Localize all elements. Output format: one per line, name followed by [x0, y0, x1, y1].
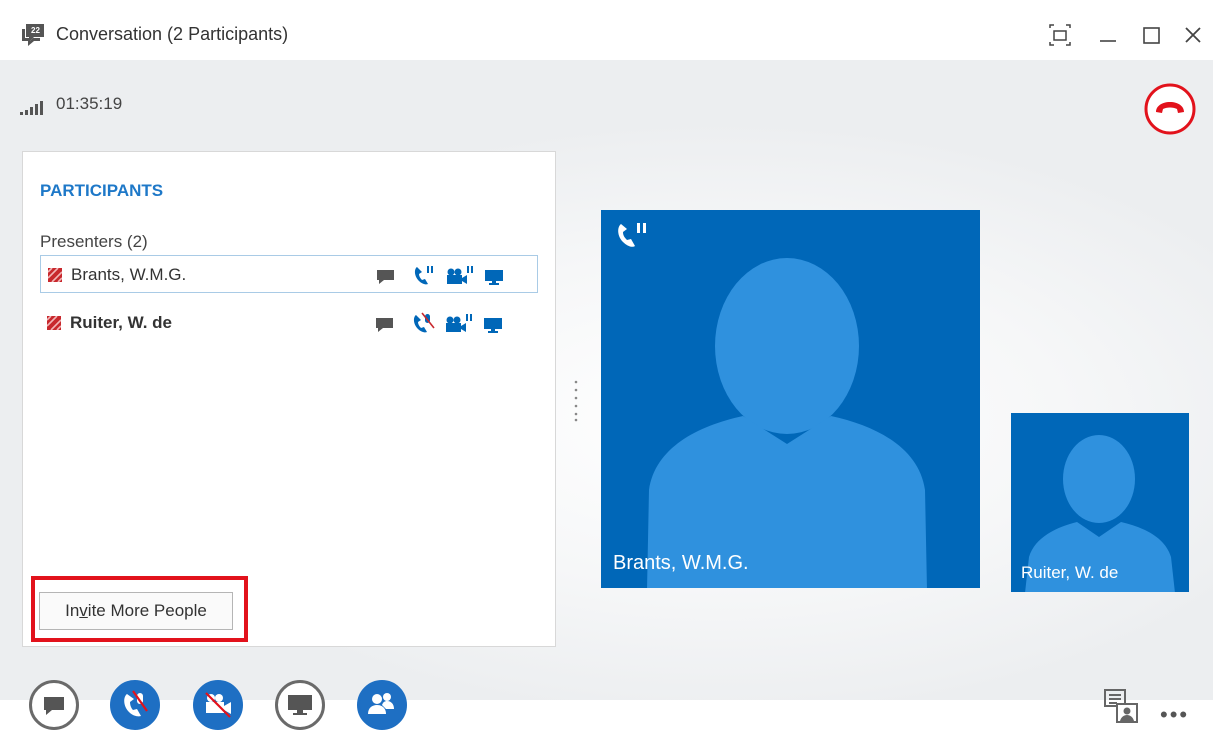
hang-up-button[interactable]: [1143, 82, 1197, 136]
sharing-icon[interactable]: [482, 312, 506, 334]
present-button[interactable]: [275, 680, 325, 730]
participants-panel: PARTICIPANTS Presenters (2) Brants, W.M.…: [22, 151, 556, 647]
svg-text:22: 22: [31, 26, 40, 35]
minimize-button[interactable]: [1095, 22, 1121, 48]
phone-active-icon[interactable]: [411, 264, 435, 286]
phone-active-icon: [613, 220, 649, 250]
video-tile-main[interactable]: Brants, W.M.G.: [601, 210, 980, 588]
maximize-button[interactable]: [1139, 22, 1165, 48]
avatar-silhouette: [647, 258, 927, 588]
window-title: Conversation (2 Participants): [56, 24, 289, 44]
pick-layout-icon[interactable]: [1103, 688, 1141, 726]
phone-muted-icon[interactable]: [410, 312, 435, 334]
invite-label-post: ite More People: [87, 601, 207, 620]
conversation-icon: 22: [22, 22, 48, 46]
video-tile-self[interactable]: Ruiter, W. de: [1011, 413, 1189, 592]
call-duration: 01:35:19: [56, 94, 123, 113]
video-off-button[interactable]: [193, 680, 243, 730]
im-button[interactable]: [29, 680, 79, 730]
panel-splitter[interactable]: [573, 380, 579, 422]
more-options-button[interactable]: •••: [1160, 702, 1189, 728]
signal-strength-icon: [20, 99, 50, 115]
close-button[interactable]: [1180, 22, 1206, 48]
full-screen-button[interactable]: [1047, 22, 1073, 48]
panel-title: PARTICIPANTS: [40, 181, 164, 200]
title-bar: 22 Conversation (2 Participants): [0, 0, 1213, 62]
presence-busy-icon: [47, 267, 63, 283]
invite-label-accel: v: [79, 601, 88, 620]
self-tile-name: Ruiter, W. de: [1021, 563, 1119, 582]
presence-busy-icon: [46, 315, 62, 331]
participant-name: Ruiter, W. de: [70, 313, 173, 332]
im-icon[interactable]: [375, 264, 399, 286]
main-tile-name: Brants, W.M.G.: [613, 552, 749, 574]
participant-name: Brants, W.M.G.: [71, 265, 187, 284]
participant-row[interactable]: Brants, W.M.G.: [40, 255, 538, 293]
presenters-group-label: Presenters (2): [40, 232, 148, 251]
mute-audio-button[interactable]: [110, 680, 160, 730]
invite-more-people-button[interactable]: Invite More People: [39, 592, 233, 630]
video-active-icon[interactable]: [445, 264, 473, 286]
im-icon[interactable]: [374, 312, 398, 334]
invite-label-pre: In: [65, 601, 80, 620]
participant-row[interactable]: Ruiter, W. de: [40, 304, 538, 342]
participants-button[interactable]: [357, 680, 407, 730]
video-active-icon[interactable]: [444, 312, 472, 334]
sharing-icon[interactable]: [483, 264, 507, 286]
